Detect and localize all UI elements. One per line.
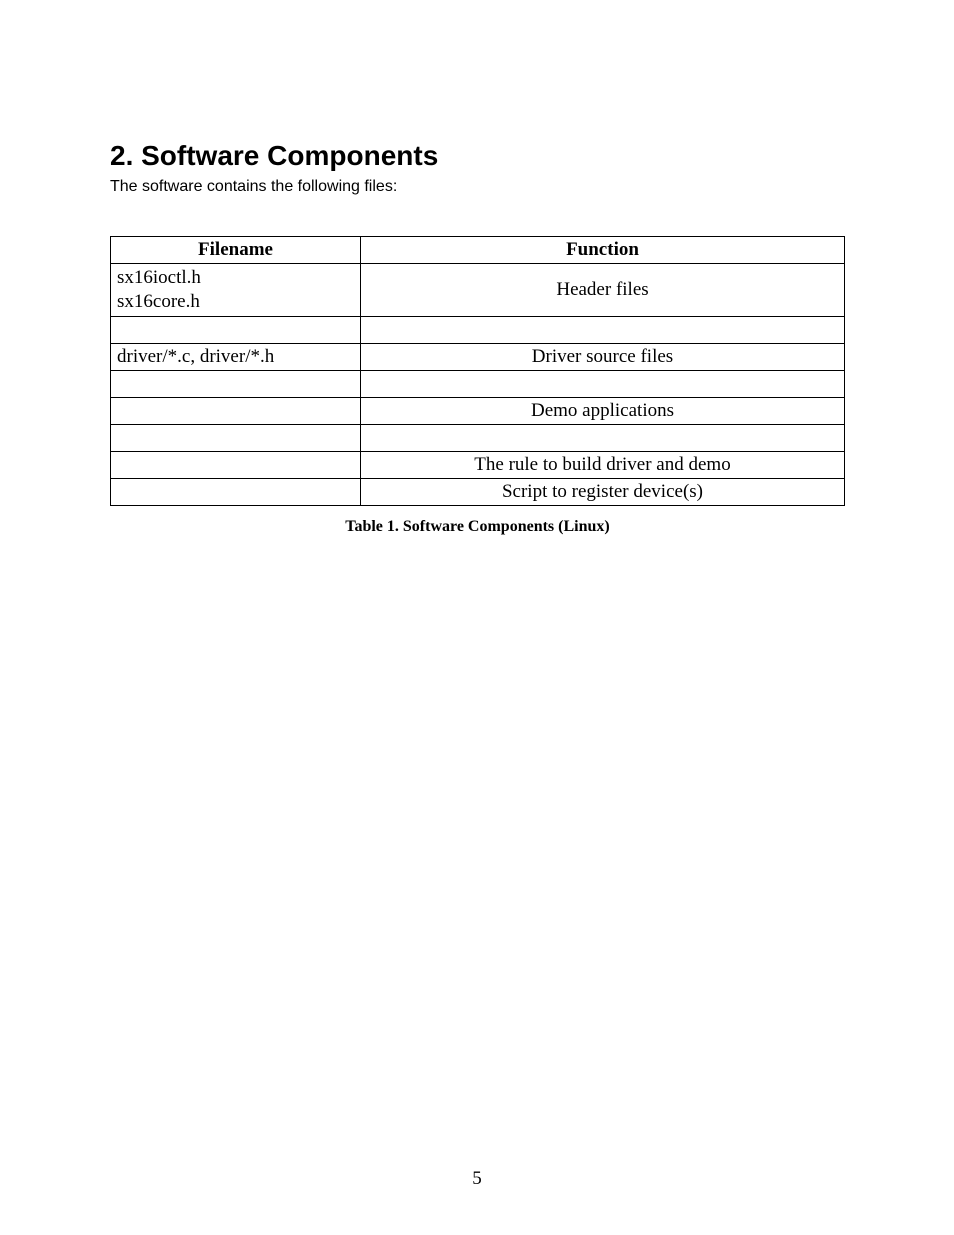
cell-function xyxy=(361,316,845,343)
col-header-filename: Filename xyxy=(111,237,361,264)
cell-filename xyxy=(111,424,361,451)
table-row: Demo applications xyxy=(111,397,845,424)
cell-filename: sx16ioctl.h sx16core.h xyxy=(111,264,361,317)
cell-filename xyxy=(111,370,361,397)
table-caption: Table 1. Software Components (Linux) xyxy=(110,518,845,536)
cell-filename xyxy=(111,316,361,343)
page-content: 2. Software Components The software cont… xyxy=(110,140,845,536)
cell-filename xyxy=(111,478,361,505)
table-row: driver/*.c, driver/*.hDriver source file… xyxy=(111,343,845,370)
cell-filename xyxy=(111,397,361,424)
filename-line: sx16core.h xyxy=(117,291,200,312)
intro-paragraph: The software contains the following file… xyxy=(110,178,845,196)
table-row xyxy=(111,424,845,451)
software-components-table: Filename Function sx16ioctl.h sx16core.h H… xyxy=(110,236,845,506)
table-row xyxy=(111,370,845,397)
cell-function: Driver source files xyxy=(361,343,845,370)
cell-filename xyxy=(111,451,361,478)
cell-function: The rule to build driver and demo xyxy=(361,451,845,478)
table-row: sx16ioctl.h sx16core.h Header files xyxy=(111,264,845,317)
section-heading: 2. Software Components xyxy=(110,140,845,172)
table-header-row: Filename Function xyxy=(111,237,845,264)
cell-function xyxy=(361,370,845,397)
cell-function xyxy=(361,424,845,451)
page-number: 5 xyxy=(0,1168,954,1190)
table-row: Script to register device(s) xyxy=(111,478,845,505)
cell-filename: driver/*.c, driver/*.h xyxy=(111,343,361,370)
table-row xyxy=(111,316,845,343)
cell-function: Script to register device(s) xyxy=(361,478,845,505)
table-row: The rule to build driver and demo xyxy=(111,451,845,478)
cell-function: Header files xyxy=(361,264,845,317)
filename-line: sx16ioctl.h xyxy=(117,267,201,288)
table-body: sx16ioctl.h sx16core.h Header files driver… xyxy=(111,264,845,506)
col-header-function: Function xyxy=(361,237,845,264)
cell-function: Demo applications xyxy=(361,397,845,424)
